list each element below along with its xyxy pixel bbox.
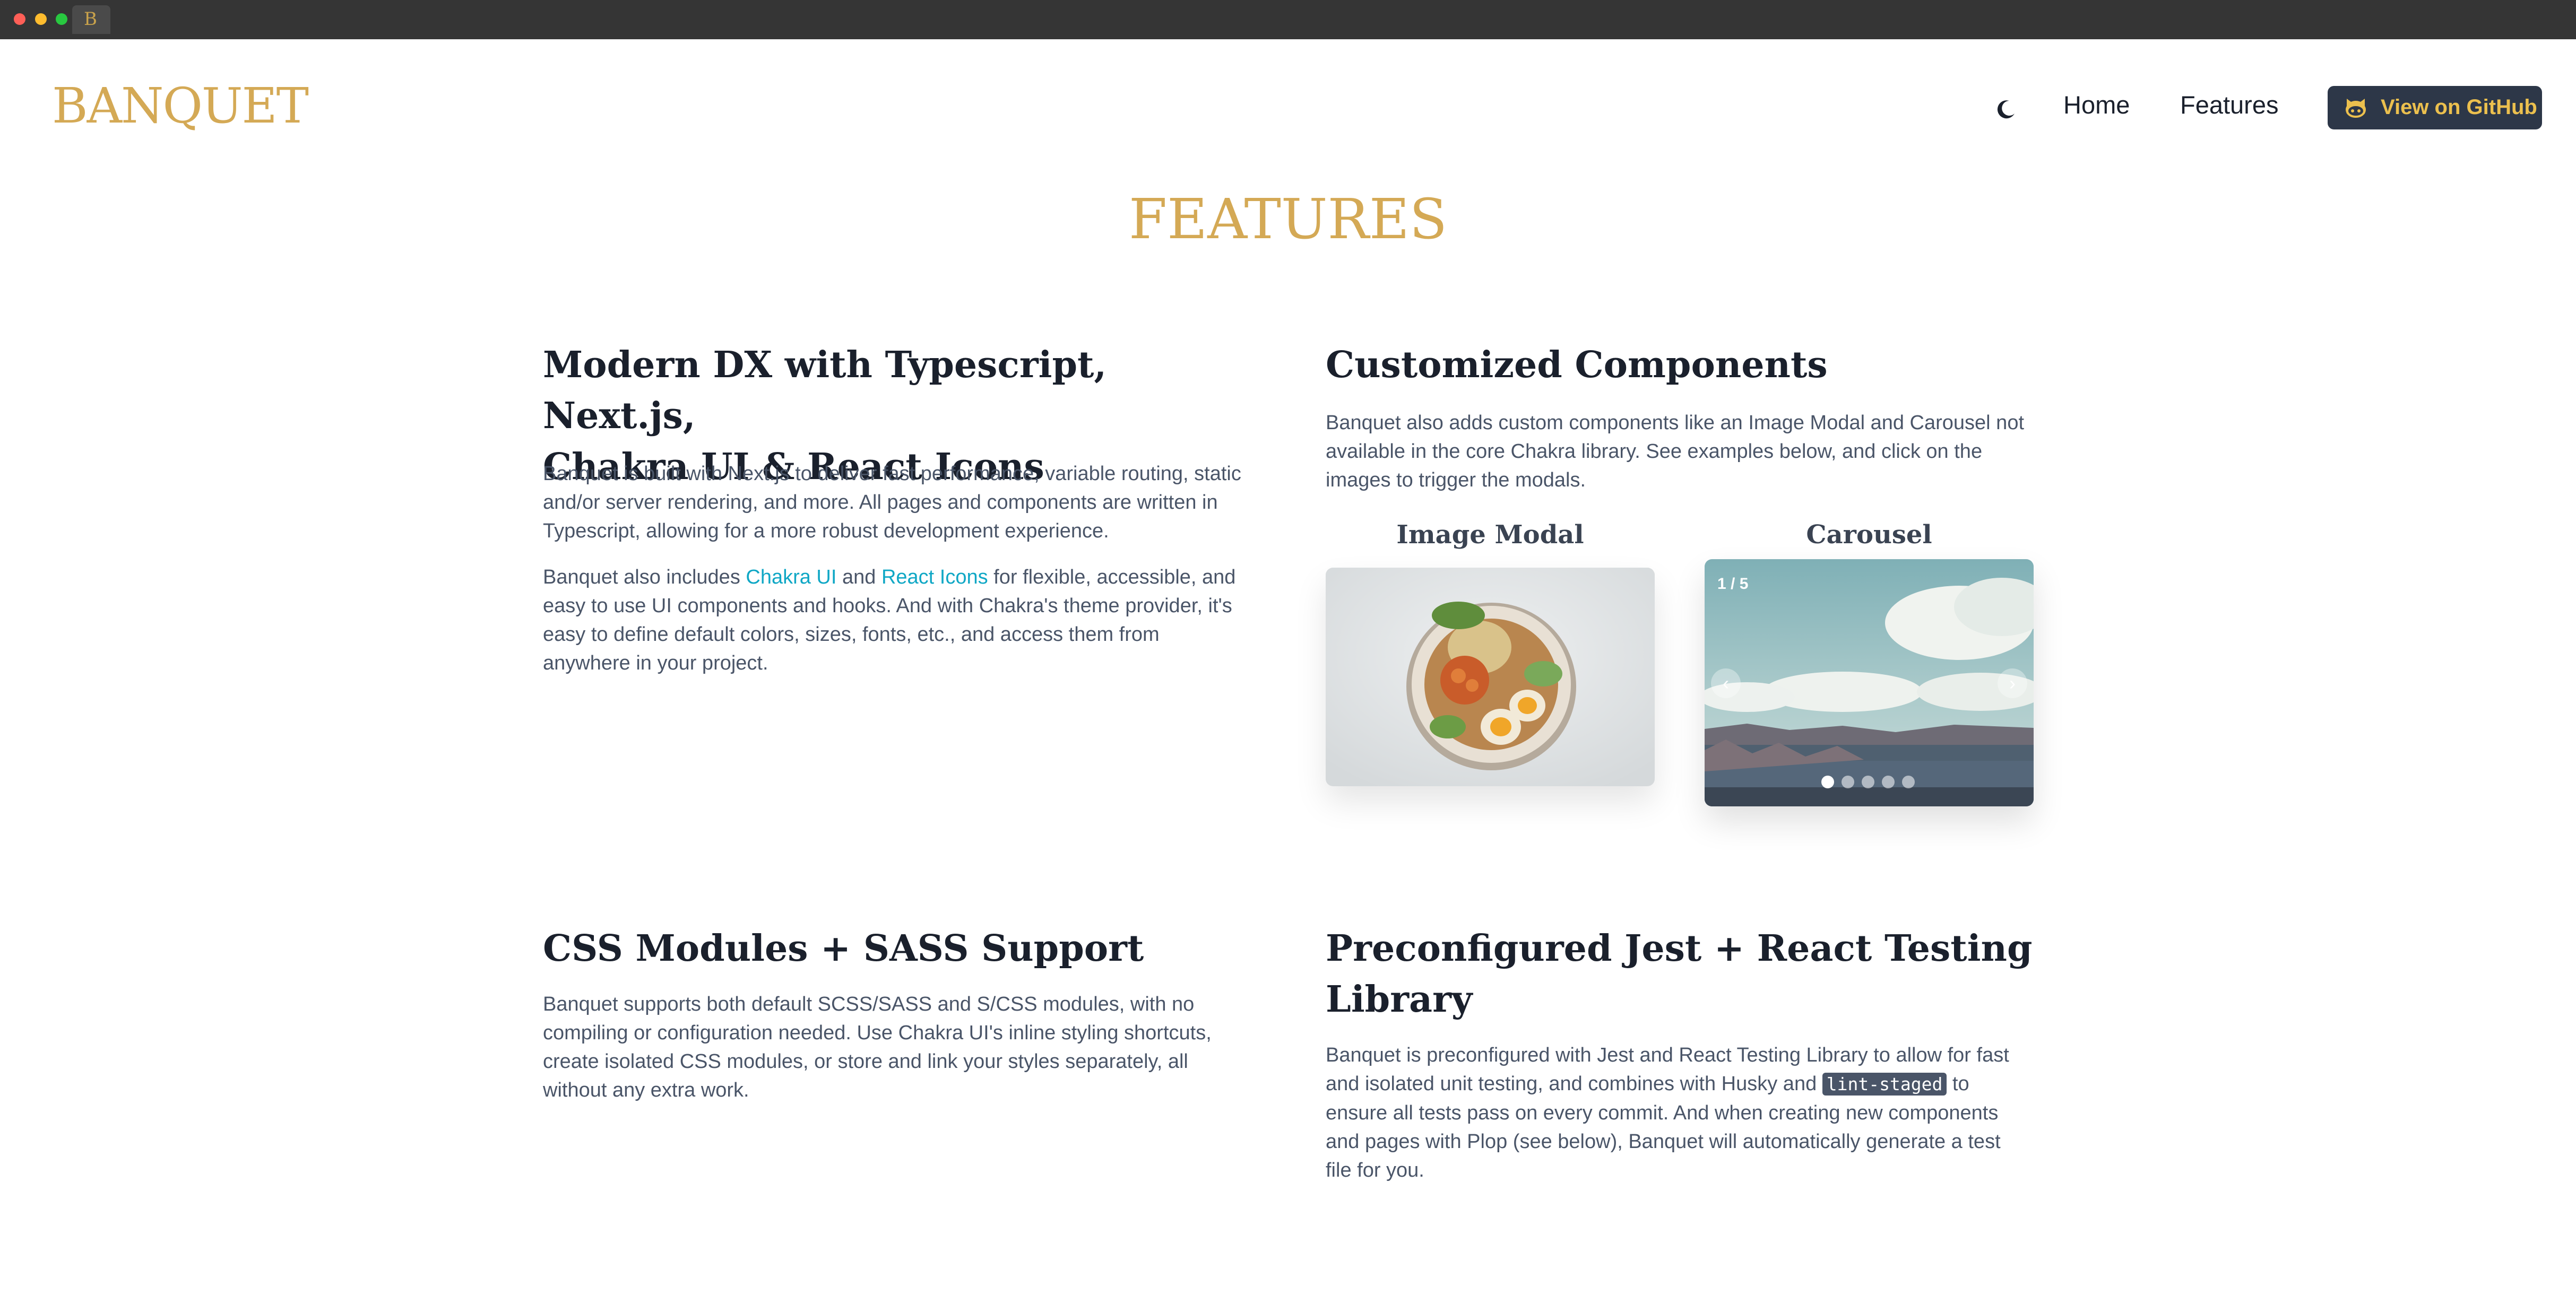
maximize-window-button[interactable]	[56, 13, 67, 25]
carousel-dot-2[interactable]	[1842, 776, 1854, 788]
close-window-button[interactable]	[14, 13, 25, 25]
carousel-next-button[interactable]: ›	[1998, 668, 2027, 698]
carousel-dot-3[interactable]	[1862, 776, 1874, 788]
nav-home-link[interactable]: Home	[2063, 90, 2130, 119]
react-icons-link[interactable]: React Icons	[881, 566, 988, 588]
dx-p2-text-before: Banquet also includes	[543, 566, 746, 588]
carousel-prev-button[interactable]: ‹	[1711, 668, 1741, 698]
jest-paragraph: Banquet is preconfigured with Jest and R…	[1326, 1041, 2032, 1185]
nav-features-link[interactable]: Features	[2180, 90, 2278, 119]
page-title: FEATURES	[1129, 187, 1447, 251]
carousel-slide-counter: 1 / 5	[1717, 575, 1749, 593]
dx-heading-line1: Modern DX with Typescript, Next.js,	[543, 344, 1107, 437]
chakra-ui-link[interactable]: Chakra UI	[746, 566, 836, 588]
components-heading: Customized Components	[1326, 344, 1828, 386]
carousel-dot-1[interactable]	[1821, 776, 1834, 788]
dx-p2-text-mid: and	[836, 566, 881, 588]
github-button-label: View on GitHub	[2381, 95, 2537, 119]
jest-heading-line1: Preconfigured Jest + React Testing	[1326, 927, 2033, 970]
jest-heading: Preconfigured Jest + React Testing Libra…	[1326, 923, 2037, 1025]
github-octocat-icon	[2346, 99, 2366, 118]
carousel[interactable]: 1 / 5 ‹ ›	[1705, 559, 2034, 806]
dx-paragraph-2: Banquet also includes Chakra UI and Reac…	[543, 563, 1249, 677]
image-modal-label: Image Modal	[1396, 520, 1584, 550]
view-on-github-button[interactable]: View on GitHub	[2328, 86, 2542, 129]
site-logo[interactable]: BANQUET	[52, 77, 309, 134]
css-heading: CSS Modules + SASS Support	[543, 927, 1144, 970]
window-titlebar: B	[0, 0, 2576, 39]
browser-tab[interactable]: B	[72, 5, 110, 34]
ramen-bowl-image	[1326, 568, 1655, 786]
tab-favicon: B	[84, 8, 97, 30]
image-modal-thumbnail[interactable]	[1326, 568, 1655, 786]
minimize-window-button[interactable]	[35, 13, 47, 25]
lint-staged-code: lint-staged	[1822, 1073, 1947, 1096]
carousel-label: Carousel	[1806, 520, 1932, 550]
jest-heading-line2: Library	[1326, 978, 1473, 1021]
carousel-dot-5[interactable]	[1902, 776, 1915, 788]
css-paragraph: Banquet supports both default SCSS/SASS …	[543, 993, 1212, 1101]
carousel-indicators	[1821, 776, 1927, 792]
dx-paragraph-1: Banquet is built with Next.js to deliver…	[543, 463, 1241, 542]
lake-landscape-image	[1705, 559, 2034, 806]
components-paragraph: Banquet also adds custom components like…	[1326, 412, 2025, 491]
carousel-dot-4[interactable]	[1882, 776, 1895, 788]
moon-icon[interactable]	[1995, 99, 2017, 120]
